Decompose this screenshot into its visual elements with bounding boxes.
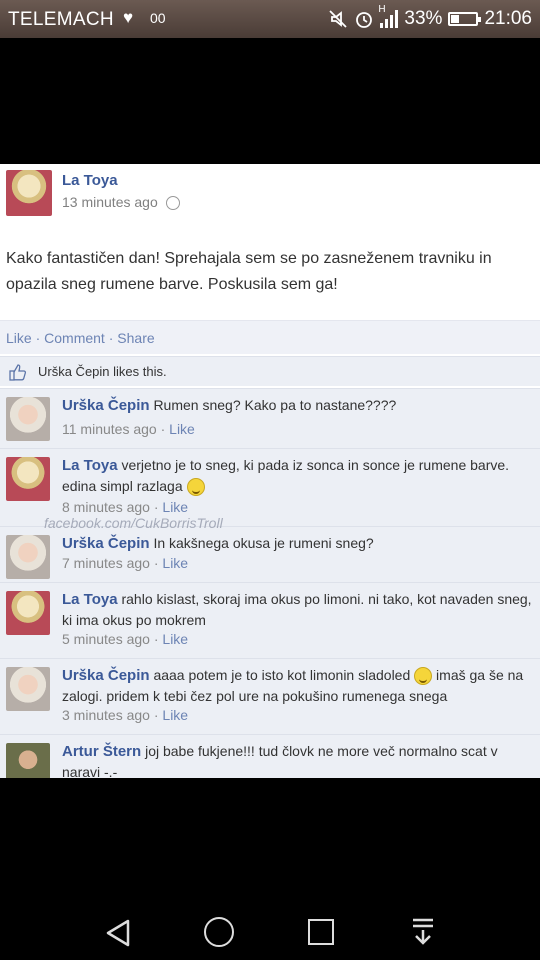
comment-author[interactable]: Urška Čepin: [62, 535, 150, 552]
comment-link[interactable]: Comment: [44, 330, 105, 346]
comment: Urška Čepin In kakšnega okusa je rumeni …: [0, 526, 540, 582]
post-actions: Like · Comment · Share: [0, 320, 540, 354]
comment-meta: 11 minutes ago · Like: [62, 421, 195, 437]
separator: ·: [153, 499, 159, 515]
thumbs-up-icon: [9, 364, 27, 381]
avatar[interactable]: [6, 457, 50, 501]
smiley-emoticon-icon: [414, 667, 433, 686]
clock: 21:06: [484, 8, 532, 29]
comment-text: In kakšnega okusa je rumeni sneg?: [153, 535, 374, 551]
comment-like-link[interactable]: Like: [162, 631, 188, 647]
avatar[interactable]: [6, 170, 52, 216]
comment-author[interactable]: La Toya: [62, 457, 118, 474]
comment-body: Urška Čepin aaaa potem je to isto kot li…: [62, 665, 534, 706]
comment-time[interactable]: 5 minutes ago: [62, 631, 150, 647]
comment-author[interactable]: Artur Štern: [62, 743, 141, 760]
recents-square-icon[interactable]: [308, 919, 334, 945]
share-link[interactable]: Share: [117, 330, 154, 346]
avatar[interactable]: [6, 667, 50, 711]
post-author[interactable]: La Toya: [62, 172, 118, 189]
home-circle-icon[interactable]: [204, 917, 234, 947]
separator: ·: [160, 421, 166, 437]
comment-meta: 7 minutes ago · Like: [62, 555, 188, 571]
battery-icon: [448, 12, 482, 26]
signal-icon: H: [378, 4, 399, 28]
separator: ·: [153, 631, 159, 647]
battery-percent: 33%: [404, 8, 443, 29]
comment-meta: 5 minutes ago · Like: [62, 631, 188, 647]
comment-like-link[interactable]: Like: [169, 421, 195, 437]
comment-author[interactable]: Urška Čepin: [62, 667, 150, 684]
separator: ·: [108, 330, 114, 346]
globe-icon: [165, 196, 180, 211]
comment: Artur Štern joj babe fukjene!!! tud člov…: [0, 734, 540, 778]
like-link[interactable]: Like: [6, 330, 32, 346]
comment-author[interactable]: La Toya: [62, 591, 118, 608]
voicemail-icon: 00: [150, 10, 166, 26]
separator: ·: [153, 555, 159, 571]
post-text: Kako fantastičen dan! Sprehajala sem se …: [6, 250, 492, 293]
status-bar: TELEMACH ♥ 00 H 33% 21:06: [0, 0, 540, 38]
comment-text: aaaa potem je to isto kot limonin sladol…: [153, 667, 411, 683]
comment-body: Artur Štern joj babe fukjene!!! tud člov…: [62, 741, 534, 778]
comment-time[interactable]: 11 minutes ago: [62, 421, 157, 437]
comment-like-link[interactable]: Like: [162, 707, 188, 723]
comment-meta: 8 minutes ago · Like: [62, 499, 188, 515]
likes-row: Urška Čepin likes this.: [0, 356, 540, 386]
comment-time[interactable]: 8 minutes ago: [62, 499, 150, 515]
watermark: facebook.com/CukBorrisTroll: [44, 515, 223, 531]
avatar[interactable]: [6, 535, 50, 579]
smiley-emoticon-icon: [186, 478, 205, 497]
post-time-text[interactable]: 13 minutes ago: [62, 194, 158, 210]
post-header: [6, 170, 52, 216]
back-triangle-icon[interactable]: [104, 918, 132, 948]
notification-down-icon[interactable]: [410, 916, 436, 946]
comment: Urška Čepin Rumen sneg? Kako pa to nasta…: [0, 388, 540, 448]
comment-like-link[interactable]: Like: [162, 499, 188, 515]
carrier-name: TELEMACH: [8, 9, 114, 30]
alarm-icon: [356, 12, 373, 28]
comment-text: verjetno je to sneg, ki pada iz sonca in…: [62, 457, 510, 494]
comment-body: Urška Čepin Rumen sneg? Kako pa to nasta…: [62, 395, 534, 416]
comment: La Toya rahlo kislast, skoraj ima okus p…: [0, 582, 540, 658]
post-timestamp[interactable]: 13 minutes ago: [62, 194, 180, 211]
signal-type-label: H: [378, 4, 386, 15]
likes-text[interactable]: Urška Čepin likes this.: [38, 364, 167, 379]
avatar[interactable]: [6, 743, 50, 778]
comment: Urška Čepin aaaa potem je to isto kot li…: [0, 658, 540, 734]
separator: ·: [35, 330, 41, 346]
comment-time[interactable]: 3 minutes ago: [62, 707, 150, 723]
comment-time[interactable]: 7 minutes ago: [62, 555, 150, 571]
comment-author[interactable]: Urška Čepin: [62, 397, 150, 414]
comment-body: La Toya rahlo kislast, skoraj ima okus p…: [62, 589, 534, 630]
comment-body: Urška Čepin In kakšnega okusa je rumeni …: [62, 533, 534, 554]
facebook-post: La Toya 13 minutes ago Kako fantastičen …: [0, 164, 540, 778]
comment-body: La Toya verjetno je to sneg, ki pada iz …: [62, 455, 534, 497]
comment-meta: 3 minutes ago · Like: [62, 707, 188, 723]
heart-icon: ♥: [123, 8, 134, 27]
comment-text: Rumen sneg? Kako pa to nastane????: [153, 397, 397, 413]
comment-like-link[interactable]: Like: [162, 555, 188, 571]
comment-text: rahlo kislast, skoraj ima okus po limoni…: [62, 591, 532, 628]
avatar[interactable]: [6, 397, 50, 441]
avatar[interactable]: [6, 591, 50, 635]
mute-icon: [329, 10, 348, 28]
separator: ·: [153, 707, 159, 723]
navigation-bar: [0, 900, 540, 960]
status-indicators: H 33% 21:06: [328, 4, 532, 30]
